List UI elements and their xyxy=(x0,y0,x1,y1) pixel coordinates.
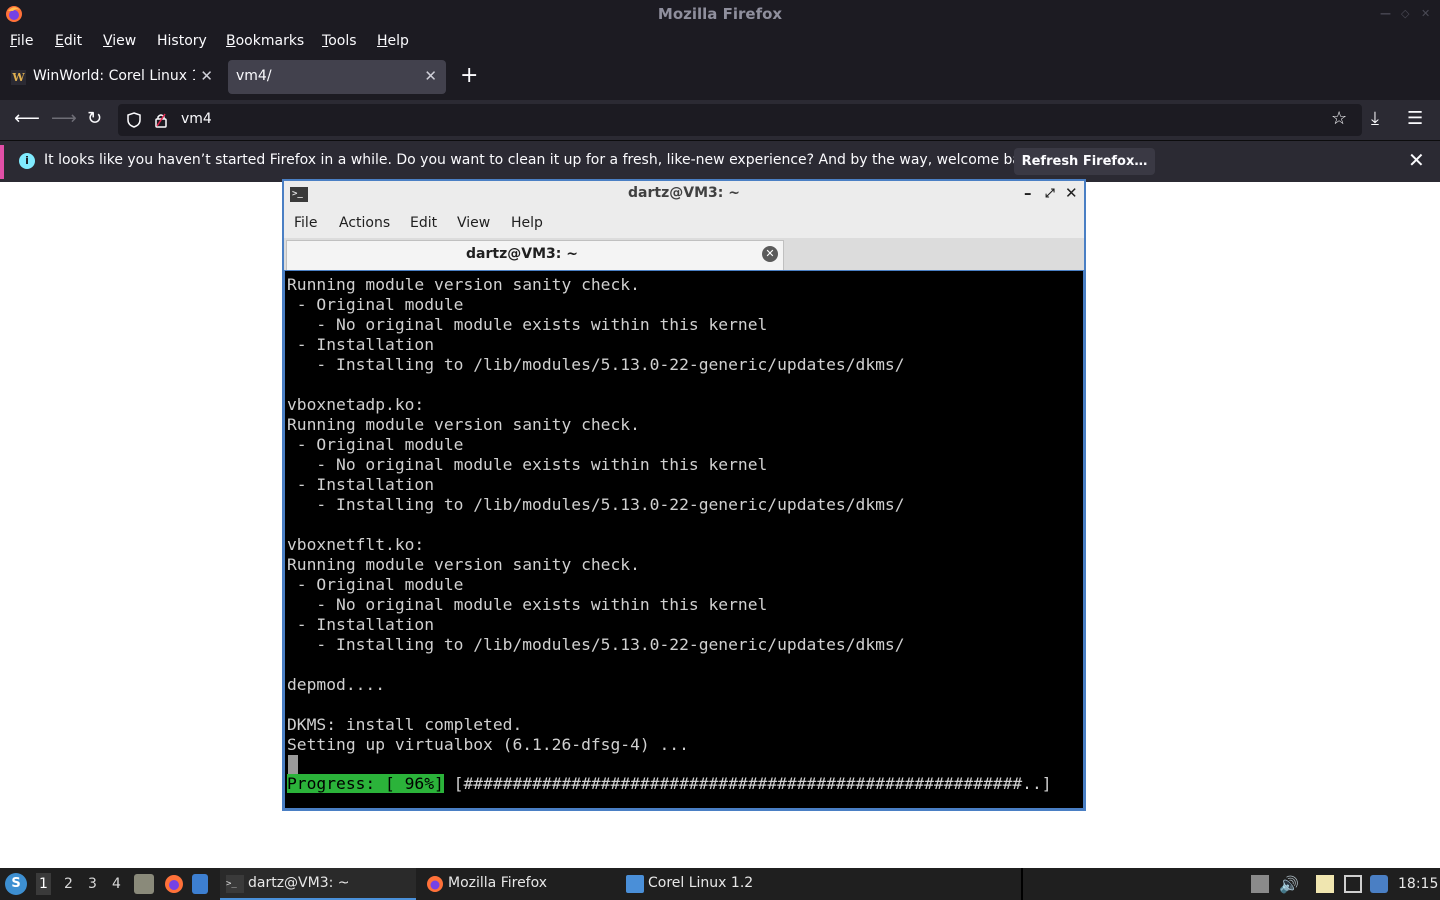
forward-icon[interactable]: ⟶ xyxy=(51,109,77,129)
menu-view[interactable]: View xyxy=(103,33,136,49)
terminal-screen[interactable]: Running module version sanity check. - O… xyxy=(284,270,1084,809)
task-firefox[interactable]: Mozilla Firefox xyxy=(420,868,616,900)
terminal-maximize-icon[interactable]: ⤢ xyxy=(1045,186,1055,201)
menu-tools[interactable]: Tools xyxy=(322,33,357,49)
reload-icon[interactable]: ↻ xyxy=(87,109,102,129)
workspace-3[interactable]: 3 xyxy=(88,876,97,892)
tab-winworld[interactable]: W WinWorld: Corel Linux 1.2 ✕ xyxy=(2,60,222,94)
downloads-icon[interactable]: ⤓ xyxy=(1371,109,1379,129)
minimize-icon[interactable]: — xyxy=(1380,7,1391,20)
menu-help[interactable]: Help xyxy=(377,33,409,49)
terminal-close-icon[interactable]: ✕ xyxy=(1065,184,1078,202)
firefox-launcher-icon[interactable] xyxy=(164,874,184,894)
refresh-firefox-button[interactable]: Refresh Firefox… xyxy=(1014,148,1155,175)
file-manager-launcher-icon[interactable] xyxy=(134,874,154,894)
show-desktop-icon[interactable] xyxy=(192,874,208,894)
progress-label: Progress: [ 96%] xyxy=(287,774,444,793)
start-menu-icon[interactable]: S xyxy=(5,873,27,895)
terminal-minimize-icon[interactable]: – xyxy=(1024,184,1032,202)
terminal-menu-actions[interactable]: Actions xyxy=(339,215,390,231)
tab-label: WinWorld: Corel Linux 1.2 xyxy=(33,68,195,84)
task-corel-linux[interactable]: Corel Linux 1.2 xyxy=(620,868,816,900)
maximize-icon[interactable]: ◇ xyxy=(1401,7,1409,20)
notification-tray-icon[interactable] xyxy=(1370,875,1388,893)
task-label: Corel Linux 1.2 xyxy=(648,875,754,891)
menu-bookmarks[interactable]: Bookmarks xyxy=(226,33,304,49)
progress-bar-text: [#######################################… xyxy=(443,774,1052,793)
terminal-tab-label: dartz@VM3: ~ xyxy=(466,246,578,262)
menu-file[interactable]: File xyxy=(10,33,33,49)
tab-vm4[interactable]: vm4/ ✕ xyxy=(228,60,446,94)
back-icon[interactable]: ⟵ xyxy=(14,109,40,129)
terminal-cursor xyxy=(288,755,298,774)
taskbar-separator xyxy=(1021,868,1023,900)
navigation-toolbar: ⟵ ⟶ ↻ vm4 ☆ ⤓ ☰ xyxy=(0,100,1440,140)
notification-accent xyxy=(0,145,4,179)
url-text[interactable]: vm4 xyxy=(181,111,212,127)
workspace-4[interactable]: 4 xyxy=(112,876,121,892)
menu-history[interactable]: History xyxy=(157,33,207,49)
close-tab-icon[interactable]: ✕ xyxy=(200,67,213,85)
terminal-menu-help[interactable]: Help xyxy=(511,215,543,231)
network-icon[interactable] xyxy=(1344,875,1362,893)
lock-icon[interactable] xyxy=(154,112,168,128)
window-title: Mozilla Firefox xyxy=(657,5,783,23)
folder-icon xyxy=(626,875,644,893)
close-tab-icon[interactable]: ✕ xyxy=(424,67,437,85)
task-label: dartz@VM3: ~ xyxy=(248,875,350,891)
progress-line: Progress: [ 96%] [######################… xyxy=(287,774,1052,794)
notification-message: It looks like you haven’t started Firefo… xyxy=(44,152,1043,168)
terminal-title: dartz@VM3: ~ xyxy=(628,185,740,201)
app-menu-icon[interactable]: ☰ xyxy=(1407,109,1423,129)
terminal-tab-bar: dartz@VM3: ~ ✕ xyxy=(284,238,1084,270)
firefox-icon xyxy=(427,876,443,892)
info-icon: i xyxy=(19,153,35,169)
workspace-2[interactable]: 2 xyxy=(64,876,73,892)
terminal-window: >_ dartz@VM3: ~ – ⤢ ✕ File Actions Edit … xyxy=(282,179,1086,811)
terminal-tab[interactable]: dartz@VM3: ~ ✕ xyxy=(286,240,784,270)
workspace-1[interactable]: 1 xyxy=(36,873,51,895)
refresh-notification-bar: i It looks like you haven’t started Fire… xyxy=(0,140,1440,182)
terminal-output: Running module version sanity check. - O… xyxy=(287,275,905,754)
url-bar[interactable]: vm4 ☆ xyxy=(118,104,1362,136)
terminal-menu-view[interactable]: View xyxy=(457,215,490,231)
terminal-menu-edit[interactable]: Edit xyxy=(410,215,437,231)
tab-label: vm4/ xyxy=(236,68,272,84)
task-label: Mozilla Firefox xyxy=(448,875,548,891)
tracking-protection-shield-icon[interactable] xyxy=(126,112,142,128)
menu-edit[interactable]: Edit xyxy=(55,33,82,49)
tab-bar: W WinWorld: Corel Linux 1.2 ✕ vm4/ ✕ + xyxy=(0,55,1440,100)
close-window-icon[interactable]: ✕ xyxy=(1421,7,1430,20)
terminal-icon: >_ xyxy=(226,875,244,893)
task-terminal[interactable]: >_ dartz@VM3: ~ xyxy=(220,868,416,900)
winworld-favicon-icon: W xyxy=(11,70,26,85)
terminal-menubar: File Actions Edit View Help xyxy=(284,210,1084,238)
taskbar: S 1 2 3 4 >_ dartz@VM3: ~ Mozilla Firefo… xyxy=(0,868,1440,900)
tray-app-icon[interactable] xyxy=(1251,875,1269,893)
window-titlebar: Mozilla Firefox — ◇ ✕ xyxy=(0,0,1440,29)
menubar: File Edit View History Bookmarks Tools H… xyxy=(0,29,1440,55)
volume-icon[interactable]: 🔊 xyxy=(1279,875,1299,894)
clipboard-icon[interactable] xyxy=(1316,875,1334,893)
close-notification-icon[interactable]: ✕ xyxy=(1408,148,1425,172)
new-tab-icon[interactable]: + xyxy=(460,65,478,87)
close-terminal-tab-icon[interactable]: ✕ xyxy=(762,246,778,262)
terminal-menu-file[interactable]: File xyxy=(294,215,317,231)
clock: 18:15 xyxy=(1398,876,1439,892)
bookmark-star-icon[interactable]: ☆ xyxy=(1331,108,1347,129)
terminal-titlebar[interactable]: >_ dartz@VM3: ~ – ⤢ ✕ xyxy=(284,181,1084,208)
